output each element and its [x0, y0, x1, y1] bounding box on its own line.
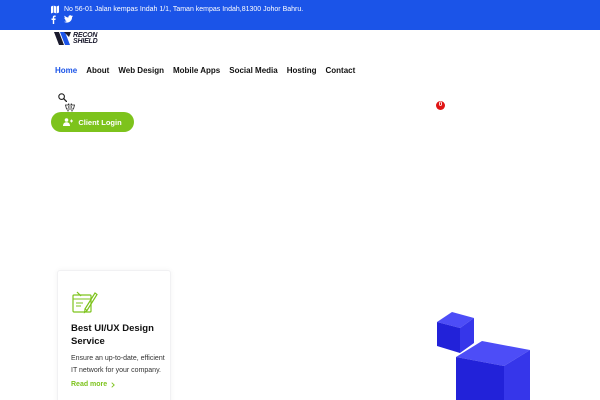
card-title: Best UI/UX Design Service [71, 323, 154, 347]
facebook-icon [51, 15, 56, 24]
map-icon [51, 5, 59, 14]
search-icon[interactable] [58, 93, 67, 102]
read-more-label: Read more [71, 381, 108, 388]
cart-icon[interactable] [65, 103, 75, 112]
nav-item-social-media[interactable]: Social Media [229, 66, 277, 75]
address-bar: No 56-01 Jalan kempas Indah 1/1, Taman k… [51, 4, 303, 15]
service-card: Best UI/UX Design Service Ensure an up-t… [57, 270, 171, 400]
card-description: Ensure an up-to-date, efficient IT netwo… [71, 355, 165, 374]
address-text: No 56-01 Jalan kempas Indah 1/1, Taman k… [64, 6, 304, 13]
site-logo[interactable]: RECON SHIELD [54, 32, 98, 45]
nav-item-about[interactable]: About [86, 66, 109, 75]
facebook-link[interactable] [51, 15, 56, 24]
nav-item-hosting[interactable]: Hosting [287, 66, 317, 75]
nav-item-contact[interactable]: Contact [326, 66, 356, 75]
twitter-icon [64, 15, 73, 23]
decorative-cubes [437, 312, 530, 400]
read-more-link[interactable]: Read more [71, 381, 116, 388]
twitter-link[interactable] [64, 15, 73, 24]
nav-item-home[interactable]: Home [55, 66, 77, 75]
cart-count-badge: 0 [436, 101, 445, 110]
client-login-button[interactable]: Client Login [51, 112, 134, 132]
chevron-right-icon [111, 381, 116, 388]
logo-line-2: SHIELD [73, 37, 98, 45]
top-bar: No 56-01 Jalan kempas Indah 1/1, Taman k… [0, 0, 600, 30]
client-login-label: Client Login [78, 117, 122, 127]
social-links [51, 15, 73, 24]
main-nav: Home About Web Design Mobile Apps Social… [55, 66, 355, 75]
logo-mark-icon [54, 32, 71, 45]
design-tools-icon [72, 291, 98, 314]
user-plus-icon [63, 118, 74, 126]
nav-item-web-design[interactable]: Web Design [118, 66, 164, 75]
logo-text: RECON SHIELD [73, 32, 98, 45]
nav-item-mobile-apps[interactable]: Mobile Apps [173, 66, 220, 75]
